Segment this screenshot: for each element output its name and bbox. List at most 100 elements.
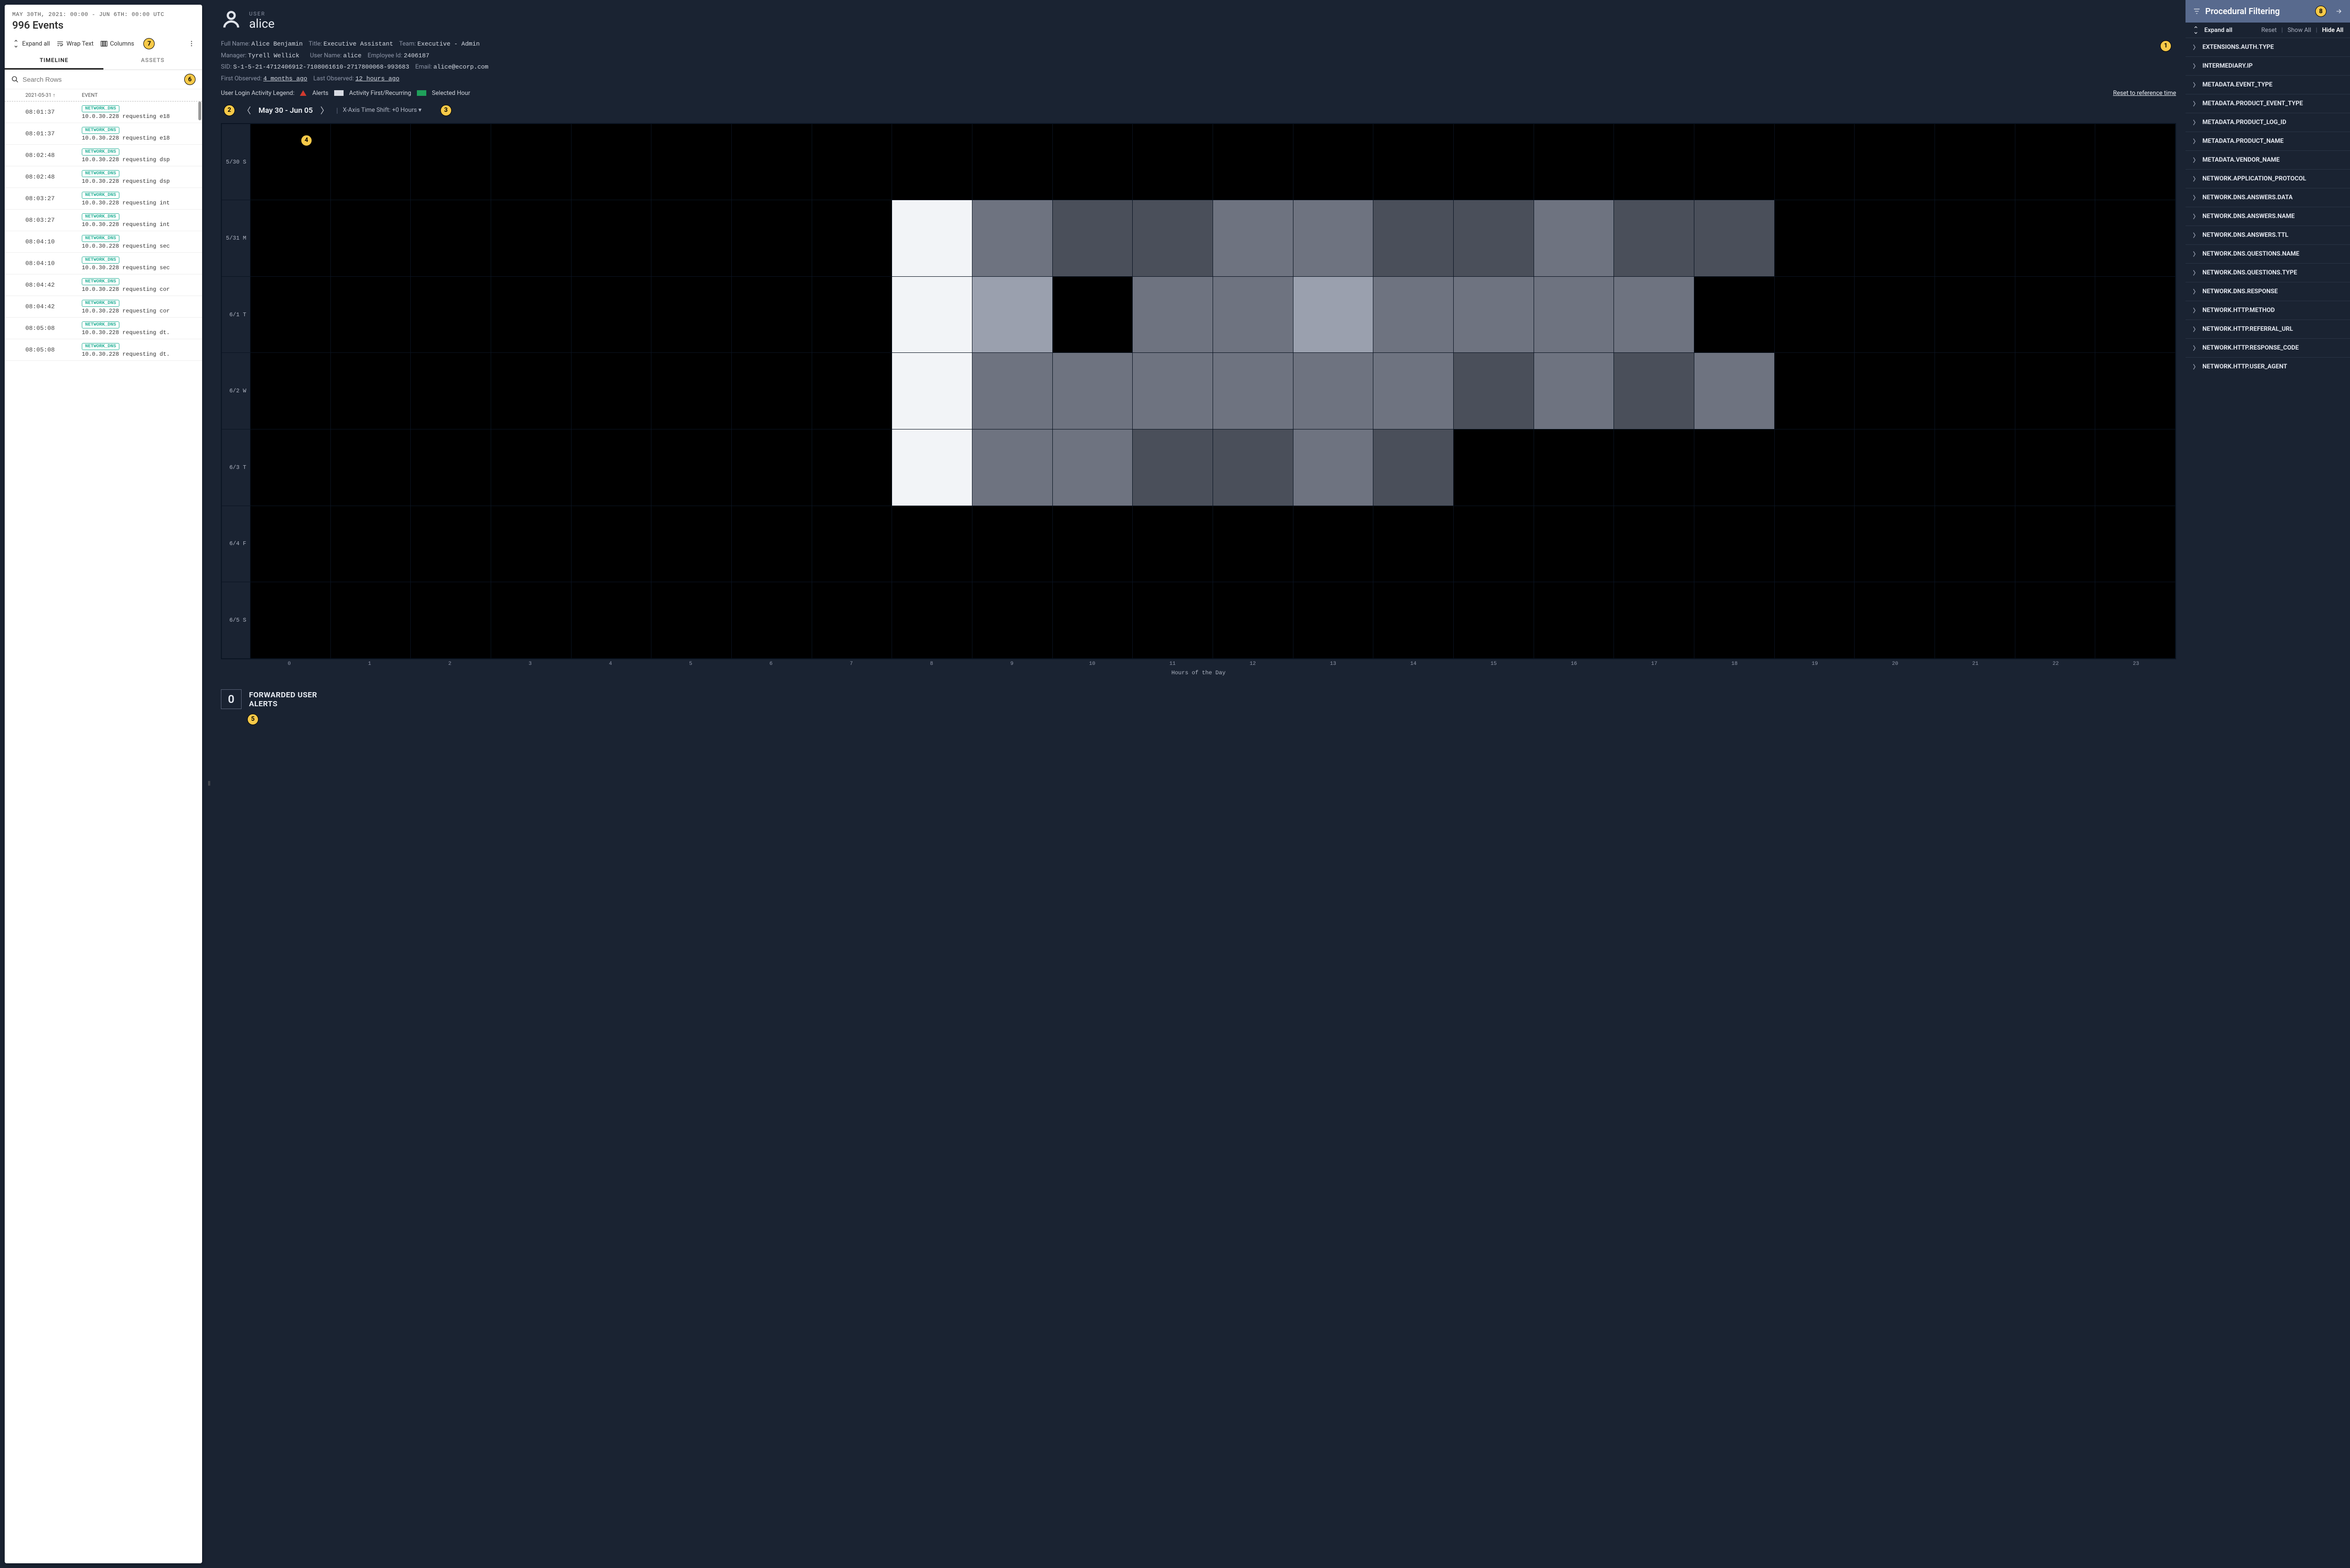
- heatmap-cell[interactable]: [1293, 353, 1373, 429]
- heatmap-cell[interactable]: [651, 200, 731, 276]
- prev-week-button[interactable]: 〈: [240, 103, 254, 117]
- heatmap-cell[interactable]: [1373, 353, 1453, 429]
- heatmap-cell[interactable]: [1293, 429, 1373, 506]
- heatmap-cell[interactable]: [1775, 429, 1855, 506]
- heatmap-cell[interactable]: [1213, 353, 1293, 429]
- heatmap-cell[interactable]: [1293, 124, 1373, 200]
- heatmap-cell[interactable]: [2015, 353, 2095, 429]
- heatmap-cell[interactable]: [812, 582, 892, 658]
- heatmap-cell[interactable]: [812, 200, 892, 276]
- heatmap-cell[interactable]: [1694, 124, 1774, 200]
- heatmap-cell[interactable]: [1694, 353, 1774, 429]
- filter-item[interactable]: 〉NETWORK.DNS.ANSWERS.NAME: [2186, 207, 2350, 226]
- heatmap-cell[interactable]: [331, 200, 411, 276]
- heatmap-cell[interactable]: [1614, 353, 1694, 429]
- heatmap-cell[interactable]: [892, 582, 972, 658]
- scrollbar-thumb[interactable]: [198, 101, 201, 120]
- heatmap-cell[interactable]: [2095, 200, 2175, 276]
- heatmap-cell[interactable]: [1855, 200, 1935, 276]
- table-row[interactable]: 08:04:10 NETWORK_DNS10.0.30.228 requesti…: [5, 231, 202, 253]
- table-row[interactable]: 08:05:08 NETWORK_DNS10.0.30.228 requesti…: [5, 318, 202, 339]
- heatmap-cell[interactable]: [1935, 582, 2015, 658]
- heatmap-cell[interactable]: [1775, 582, 1855, 658]
- heatmap-cell[interactable]: [892, 429, 972, 506]
- filter-item[interactable]: 〉METADATA.VENDOR_NAME: [2186, 150, 2350, 169]
- heatmap-cell[interactable]: [572, 277, 651, 353]
- tab-assets[interactable]: ASSETS: [103, 52, 202, 70]
- heatmap-cell[interactable]: [651, 124, 731, 200]
- heatmap-cell[interactable]: [812, 353, 892, 429]
- heatmap-cell[interactable]: [651, 506, 731, 582]
- expand-all-filters[interactable]: Expand all: [2204, 27, 2232, 34]
- heatmap-cell[interactable]: [2095, 353, 2175, 429]
- heatmap-cell[interactable]: [411, 582, 491, 658]
- heatmap-cell[interactable]: [1373, 277, 1453, 353]
- heatmap-cell[interactable]: [1614, 582, 1694, 658]
- table-row[interactable]: 08:04:10 NETWORK_DNS10.0.30.228 requesti…: [5, 253, 202, 274]
- heatmap-cell[interactable]: [1053, 353, 1133, 429]
- heatmap-cell[interactable]: [732, 429, 812, 506]
- heatmap-cell[interactable]: [1534, 506, 1614, 582]
- heatmap-cell[interactable]: [1855, 429, 1935, 506]
- heatmap-cell[interactable]: [972, 429, 1052, 506]
- heatmap-cell[interactable]: [572, 353, 651, 429]
- heatmap-cell[interactable]: [1614, 429, 1694, 506]
- heatmap-cell[interactable]: [1373, 582, 1453, 658]
- heatmap-cell[interactable]: [491, 277, 571, 353]
- heatmap-cell[interactable]: [1454, 353, 1534, 429]
- heatmap-cell[interactable]: [411, 506, 491, 582]
- heatmap-cell[interactable]: [972, 353, 1052, 429]
- heatmap-cell[interactable]: [411, 277, 491, 353]
- search-rows-input[interactable]: [23, 76, 178, 83]
- heatmap-cell[interactable]: [1935, 353, 2015, 429]
- heatmap-cell[interactable]: [1694, 582, 1774, 658]
- heatmap-cell[interactable]: [1534, 582, 1614, 658]
- heatmap-cell[interactable]: [2015, 124, 2095, 200]
- heatmap-cell[interactable]: [411, 124, 491, 200]
- heatmap-cell[interactable]: [1935, 429, 2015, 506]
- heatmap-cell[interactable]: [491, 582, 571, 658]
- heatmap-cell[interactable]: [1614, 277, 1694, 353]
- table-row[interactable]: 08:02:48 NETWORK_DNS10.0.30.228 requesti…: [5, 145, 202, 166]
- heatmap-cell[interactable]: [1775, 506, 1855, 582]
- heatmap-cell[interactable]: [972, 506, 1052, 582]
- heatmap-cell[interactable]: [1454, 277, 1534, 353]
- heatmap-cell[interactable]: [1855, 124, 1935, 200]
- heatmap-cell[interactable]: [732, 200, 812, 276]
- col-header-date[interactable]: 2021-05-31 ↑: [11, 92, 82, 98]
- heatmap-cell[interactable]: [2095, 506, 2175, 582]
- table-row[interactable]: 08:01:37 NETWORK_DNS10.0.30.228 requesti…: [5, 123, 202, 145]
- heatmap-cell[interactable]: [1694, 429, 1774, 506]
- heatmap-cell[interactable]: [1454, 124, 1534, 200]
- heatmap-cell[interactable]: [251, 506, 330, 582]
- heatmap-cell[interactable]: [572, 582, 651, 658]
- heatmap-cell[interactable]: [1534, 200, 1614, 276]
- expand-all-button[interactable]: Expand all: [12, 40, 50, 47]
- heatmap-cell[interactable]: [812, 429, 892, 506]
- resize-handle[interactable]: ⦀: [207, 0, 212, 1568]
- heatmap-cell[interactable]: [1053, 506, 1133, 582]
- last-observed-link[interactable]: 12 hours ago: [355, 75, 400, 82]
- heatmap-cell[interactable]: [1133, 277, 1213, 353]
- wrap-text-button[interactable]: Wrap Text: [56, 40, 94, 47]
- heatmap-cell[interactable]: [732, 353, 812, 429]
- heatmap-cell[interactable]: [331, 429, 411, 506]
- tab-timeline[interactable]: TIMELINE: [5, 52, 103, 70]
- heatmap-cell[interactable]: [1133, 353, 1213, 429]
- heatmap-cell[interactable]: [1133, 124, 1213, 200]
- show-all-filters[interactable]: Show All: [2287, 27, 2311, 34]
- heatmap-cell[interactable]: [892, 353, 972, 429]
- heatmap-cell[interactable]: [331, 353, 411, 429]
- heatmap-cell[interactable]: [1775, 200, 1855, 276]
- more-menu-button[interactable]: ⋮: [188, 40, 195, 47]
- heatmap-cell[interactable]: [651, 277, 731, 353]
- heatmap-cell[interactable]: [1855, 582, 1935, 658]
- col-header-event[interactable]: EVENT: [82, 92, 98, 98]
- heatmap-cell[interactable]: [491, 200, 571, 276]
- heatmap-cell[interactable]: [1133, 506, 1213, 582]
- heatmap-cell[interactable]: [1373, 506, 1453, 582]
- table-row[interactable]: 08:03:27 NETWORK_DNS10.0.30.228 requesti…: [5, 210, 202, 231]
- heatmap-cell[interactable]: [1694, 506, 1774, 582]
- heatmap-cell[interactable]: [2015, 277, 2095, 353]
- heatmap-cell[interactable]: [892, 200, 972, 276]
